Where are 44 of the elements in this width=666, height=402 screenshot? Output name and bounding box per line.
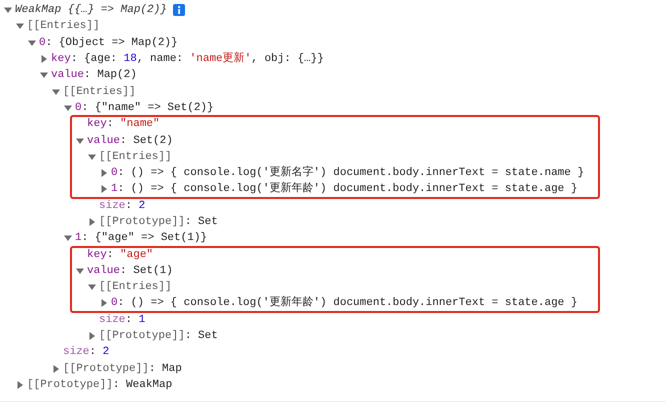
code-line: [[Entries]] <box>99 281 172 294</box>
code-line: value: Set(1) <box>87 264 173 277</box>
code-line: size: 2 <box>99 200 146 212</box>
collapse-triangle-icon[interactable] <box>64 234 72 242</box>
code-line: 0: () => { console.log('更新年龄') document.body.innerText = state.age } <box>111 297 578 310</box>
code-line: [[Prototype]]: Set <box>99 216 218 228</box>
expand-triangle-icon[interactable] <box>52 364 60 373</box>
collapse-triangle-icon[interactable] <box>16 22 24 30</box>
code-line: key: {age: 18, name: 'name更新', obj: {…}} <box>51 53 324 66</box>
code-line: WeakMap {{…} => Map(2)} <box>15 4 167 16</box>
code-line: [[Prototype]]: WeakMap <box>27 378 172 391</box>
expand-triangle-icon[interactable] <box>40 55 48 64</box>
collapse-triangle-icon[interactable] <box>88 283 96 292</box>
info-icon[interactable] <box>172 4 185 16</box>
code-line: [[Prototype]]: Set <box>99 330 218 342</box>
code-line: value: Set(2) <box>87 134 173 147</box>
code-line: value: Map(2) <box>51 69 137 82</box>
expand-triangle-icon[interactable] <box>88 332 96 340</box>
collapse-triangle-icon[interactable] <box>40 71 48 80</box>
code-line: key: "age" <box>87 248 154 261</box>
code-line: [[Entries]] <box>99 150 172 163</box>
expand-triangle-icon[interactable] <box>88 218 96 226</box>
collapse-triangle-icon[interactable] <box>76 136 84 145</box>
code-line: [[Entries]] <box>63 86 136 98</box>
expand-triangle-icon[interactable] <box>16 380 24 389</box>
collapse-triangle-icon[interactable] <box>88 152 96 161</box>
code-line: 0: {Object => Map(2)} <box>39 36 178 49</box>
code-line: [[Entries]] <box>27 20 100 32</box>
code-line: 1: () => { console.log('更新年龄') document.body.innerText = state.age } <box>111 183 578 196</box>
collapse-triangle-icon[interactable] <box>64 104 72 112</box>
code-line: size: 2 <box>63 346 110 358</box>
code-line: [[Prototype]]: Map <box>63 362 182 375</box>
collapse-triangle-icon[interactable] <box>28 38 36 47</box>
code-line: 1: {"age" => Set(1)} <box>75 232 208 244</box>
collapse-triangle-icon[interactable] <box>52 88 60 96</box>
expand-triangle-icon[interactable] <box>100 299 108 308</box>
expand-triangle-icon[interactable] <box>100 185 108 194</box>
collapse-triangle-icon[interactable] <box>76 266 84 275</box>
collapse-triangle-icon[interactable] <box>4 6 12 14</box>
code-line: key: "name" <box>87 118 160 130</box>
code-line: 0: () => { console.log('更新名字') document.body.innerText = state.name } <box>111 167 584 180</box>
code-line: size: 1 <box>99 314 146 326</box>
expand-triangle-icon[interactable] <box>100 169 108 178</box>
code-line: 0: {"name" => Set(2)} <box>75 102 214 114</box>
